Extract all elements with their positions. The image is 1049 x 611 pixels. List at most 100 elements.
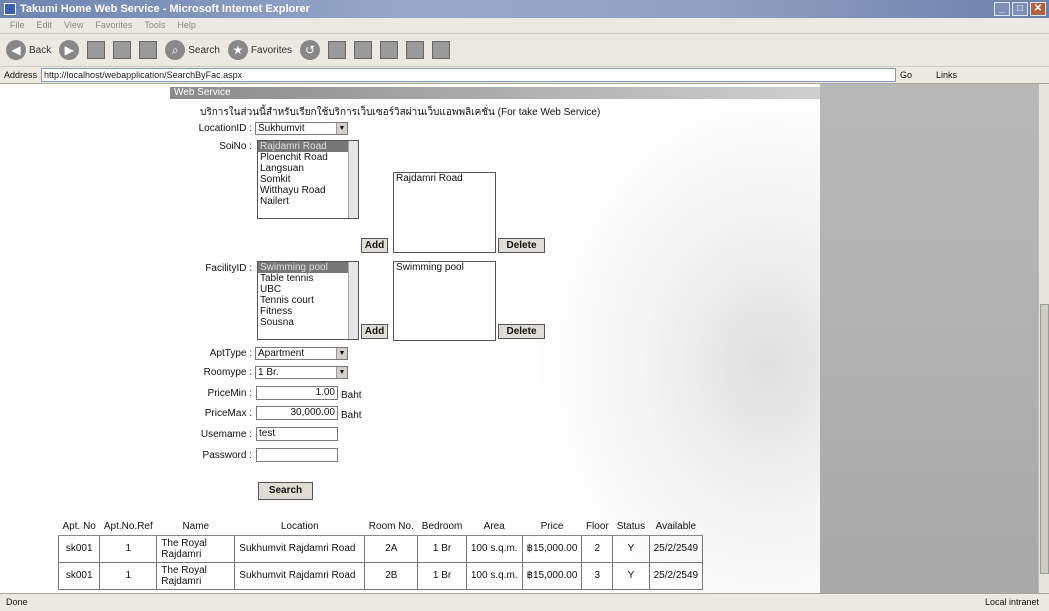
list-item[interactable]: Table tennis	[258, 273, 358, 284]
browser-toolbar: ◀ Back ▶ ⌕ Search ★ Favorites ↺	[0, 33, 1049, 66]
col-header: Price	[522, 519, 582, 536]
search-button[interactable]: ⌕ Search	[165, 40, 220, 60]
mail-icon[interactable]	[328, 41, 347, 59]
menu-help[interactable]: Help	[177, 18, 196, 33]
list-item[interactable]: Ploenchit Road	[258, 152, 358, 163]
links-button[interactable]: Links	[936, 70, 957, 80]
cell-status: Y	[612, 534, 650, 563]
list-item[interactable]: Somkit	[258, 174, 358, 185]
list-item[interactable]: Nailert	[258, 196, 358, 207]
back-button[interactable]: ◀ Back	[6, 40, 51, 60]
edit-icon[interactable]	[380, 41, 399, 59]
cell-room-no: 2A	[364, 534, 419, 563]
results-table: Apt. No Apt.No.Ref Name Location Room No…	[57, 519, 704, 590]
menu-view[interactable]: View	[64, 18, 83, 33]
list-item[interactable]: UBC	[258, 284, 358, 295]
cell-room-no: 2B	[364, 561, 419, 590]
password-input[interactable]	[256, 448, 338, 462]
chevron-down-icon: ▼	[336, 123, 347, 134]
cell-bedroom: 1 Br	[417, 534, 467, 563]
menu-favorites[interactable]: Favorites	[95, 18, 132, 33]
col-header: Room No.	[364, 519, 418, 536]
facility-delete-button[interactable]: Delete	[498, 324, 545, 339]
scrollbar-thumb[interactable]	[1040, 304, 1049, 574]
roomtype-label: Roomype :	[203, 367, 252, 378]
soi-listbox[interactable]: Rajdamri Road Ploenchit Road Langsuan So…	[257, 140, 359, 219]
col-header: Available	[649, 519, 703, 536]
pricemax-unit: Baht	[341, 410, 362, 421]
list-item[interactable]: Fitness	[258, 306, 358, 317]
col-header: Apt. No	[58, 519, 100, 536]
list-item[interactable]: Rajdamri Road	[258, 141, 358, 152]
soi-add-button[interactable]: Add	[361, 238, 388, 253]
list-item[interactable]: Swimming pool	[258, 262, 358, 273]
list-item[interactable]: Langsuan	[258, 163, 358, 174]
minimize-button[interactable]: _	[994, 2, 1010, 16]
zone-indicator: Local intranet	[984, 597, 1039, 607]
username-label: Usemame :	[200, 429, 252, 440]
forward-arrow-icon[interactable]: ▶	[59, 40, 80, 60]
history-icon[interactable]: ↺	[300, 40, 321, 60]
window-titlebar: Takumi Home Web Service - Microsoft Inte…	[0, 0, 1049, 18]
discuss-icon[interactable]	[406, 41, 425, 59]
roomtype-select[interactable]: 1 Br. ▼	[255, 366, 348, 379]
cell-apt-no: sk001	[57, 561, 101, 590]
cell-status: Y	[612, 561, 650, 590]
col-header: Apt.No.Ref	[99, 519, 157, 536]
soi-label: SoiNo :	[219, 141, 252, 152]
soi-selected-listbox[interactable]: Rajdamri Road	[393, 172, 496, 253]
address-input[interactable]: http://localhost/webapplication/SearchBy…	[41, 68, 897, 82]
cell-price: ฿15,000.00	[521, 534, 583, 563]
pricemax-label: PriceMax :	[204, 408, 252, 419]
print-icon[interactable]	[354, 41, 373, 59]
facility-add-button[interactable]: Add	[361, 324, 388, 339]
stop-icon[interactable]	[87, 41, 106, 59]
cell-name: The Royal Rajdamri	[156, 534, 236, 563]
right-background-panel	[820, 84, 1038, 593]
chevron-down-icon: ▼	[336, 367, 347, 378]
go-button[interactable]: Go	[900, 68, 932, 82]
listbox-scrollbar[interactable]	[348, 262, 358, 339]
list-item[interactable]: Rajdamri Road	[394, 173, 495, 184]
close-button[interactable]: ✕	[1030, 2, 1046, 16]
cell-floor: 2	[581, 534, 614, 563]
facility-listbox[interactable]: Swimming pool Table tennis UBC Tennis co…	[257, 261, 359, 340]
favorites-button[interactable]: ★ Favorites	[227, 40, 292, 60]
table-row: sk001 1 The Royal Rajdamri Sukhumvit Raj…	[57, 561, 704, 590]
home-icon[interactable]	[139, 41, 158, 59]
list-item[interactable]: Witthayu Road	[258, 185, 358, 196]
list-item[interactable]: Swimming pool	[394, 262, 495, 273]
menu-bar: File Edit View Favorites Tools Help	[0, 18, 1049, 33]
window-title: Takumi Home Web Service - Microsoft Inte…	[20, 3, 310, 15]
facility-selected-listbox[interactable]: Swimming pool	[393, 261, 496, 341]
col-header: Status	[612, 519, 650, 536]
maximize-button[interactable]: □	[1012, 2, 1028, 16]
cell-location: Sukhumvit Rajdamri Road	[234, 534, 366, 563]
chevron-down-icon: ▼	[336, 348, 347, 359]
pricemin-label: PriceMin :	[207, 388, 252, 399]
pricemin-input[interactable]: 1.00	[256, 386, 338, 400]
list-item[interactable]: Sousna	[258, 317, 358, 328]
col-header: Location	[234, 519, 365, 536]
menu-file[interactable]: File	[10, 18, 25, 33]
list-item[interactable]: Tennis court	[258, 295, 358, 306]
menu-tools[interactable]: Tools	[144, 18, 165, 33]
username-input[interactable]: test	[256, 427, 338, 441]
location-select[interactable]: Sukhumvit ▼	[255, 122, 348, 135]
pricemin-unit: Baht	[341, 390, 362, 401]
apttype-select[interactable]: Apartment ▼	[255, 347, 348, 360]
ie-icon	[4, 3, 16, 15]
pricemax-input[interactable]: 30,000.00	[256, 406, 338, 420]
search-submit-button[interactable]: Search	[258, 482, 313, 500]
page-scrollbar[interactable]	[1038, 84, 1049, 593]
refresh-icon[interactable]	[113, 41, 132, 59]
messenger-icon[interactable]	[432, 41, 451, 59]
cell-floor: 3	[581, 561, 614, 590]
location-label: LocationID :	[198, 123, 252, 134]
soi-delete-button[interactable]: Delete	[498, 238, 545, 253]
col-header: Name	[156, 519, 235, 536]
menu-edit[interactable]: Edit	[37, 18, 53, 33]
listbox-scrollbar[interactable]	[348, 141, 358, 218]
star-icon: ★	[227, 40, 248, 60]
cell-bedroom: 1 Br	[417, 561, 467, 590]
